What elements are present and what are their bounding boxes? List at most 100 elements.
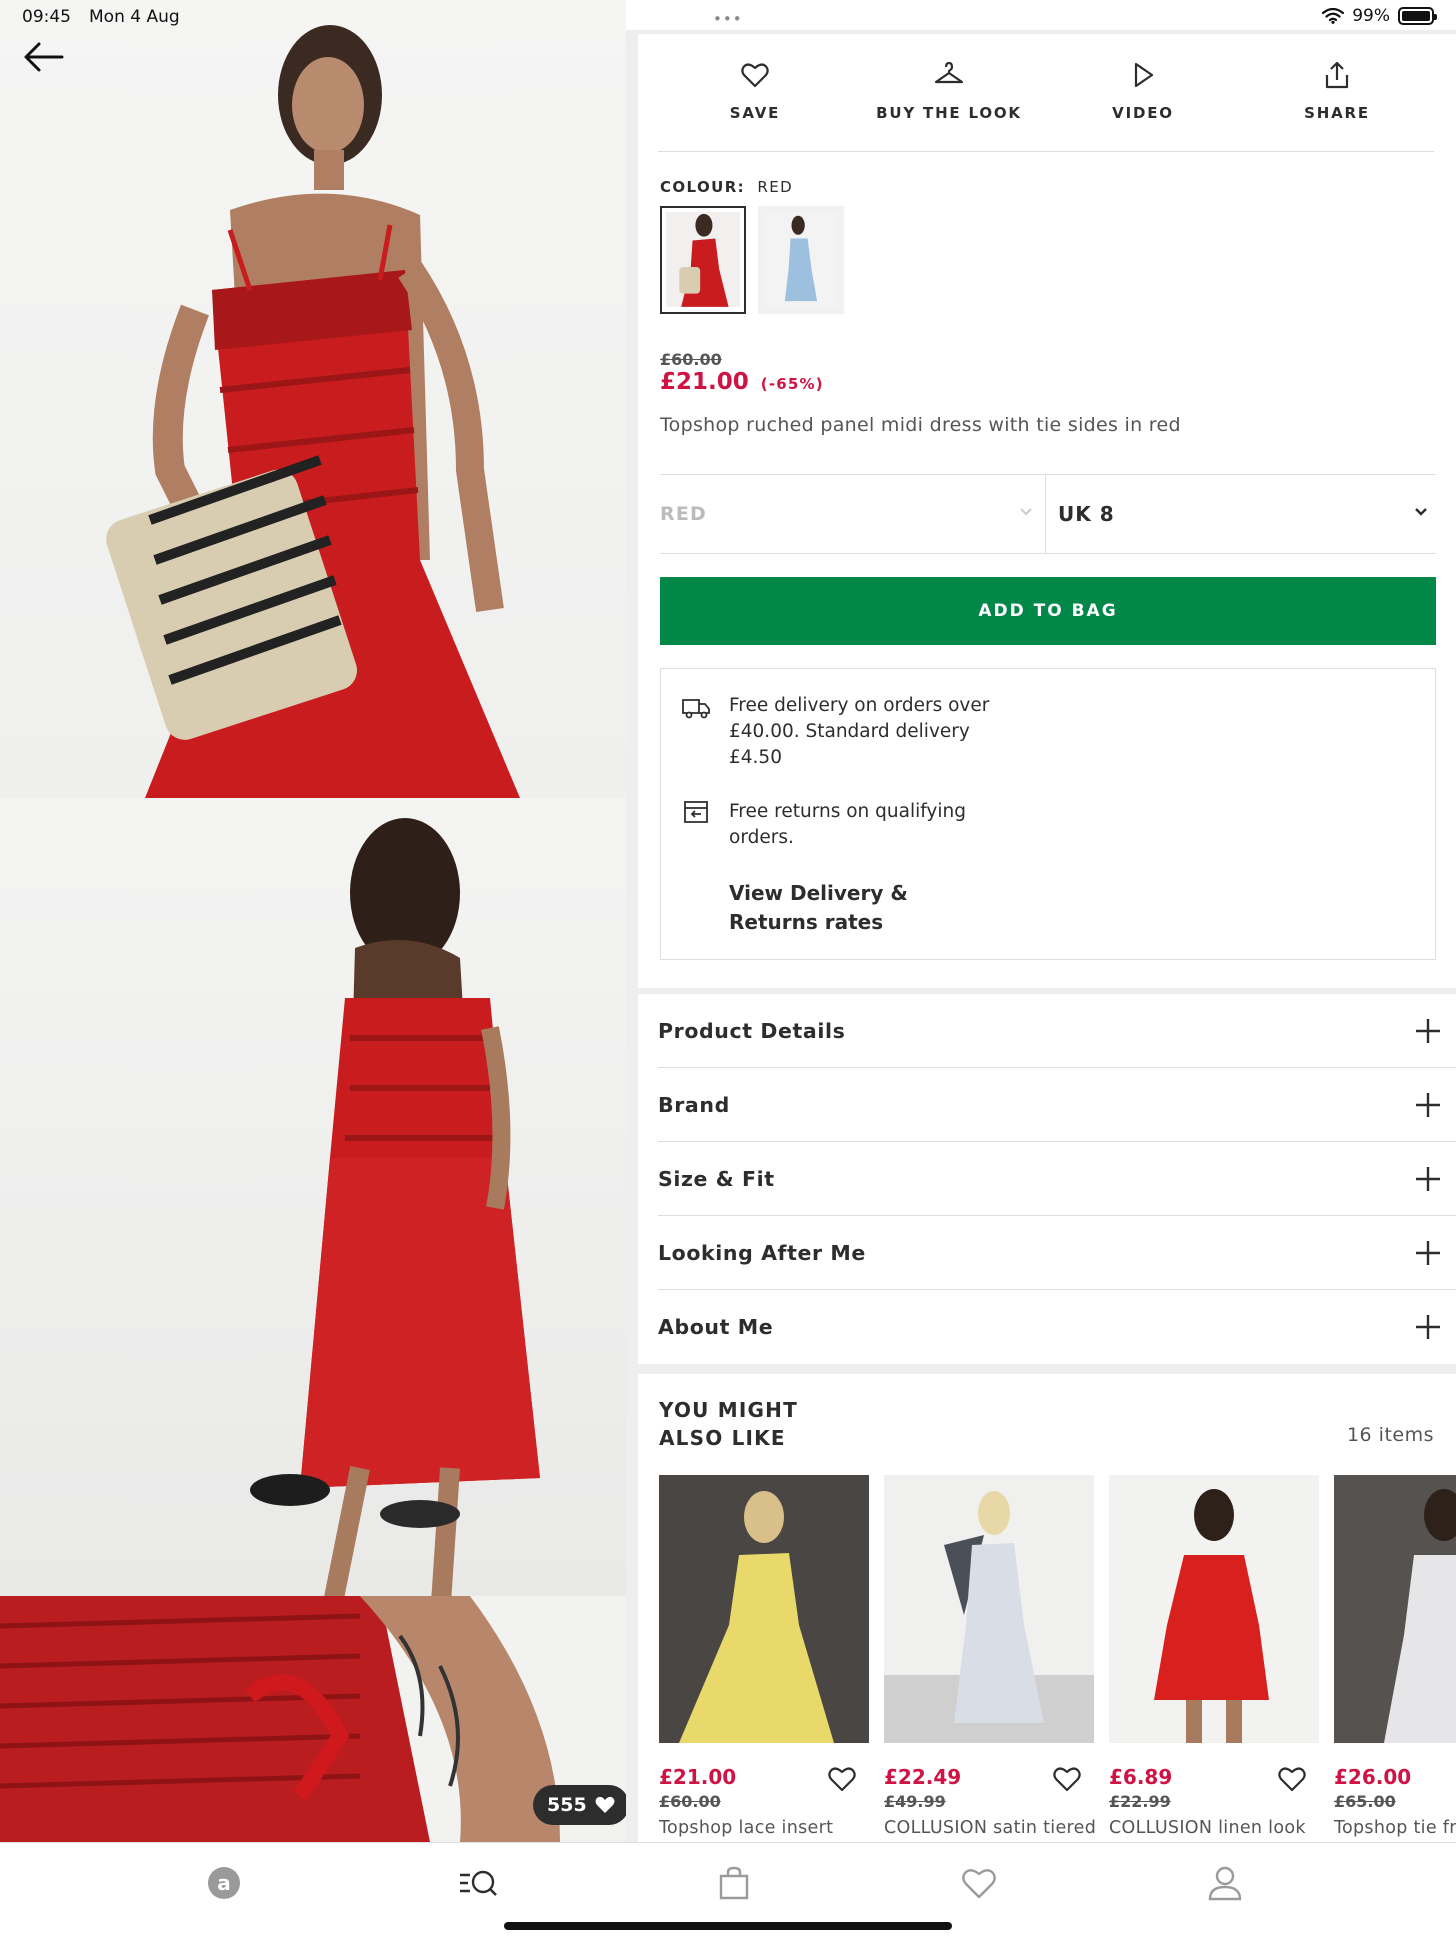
video-label: VIDEO [1112, 104, 1174, 122]
product-accordion: Product Details Brand Size & Fit Looking… [638, 994, 1456, 1364]
rec-card[interactable]: £21.00 £60.00 Topshop lace insert [659, 1475, 869, 1842]
rec-card[interactable]: £6.89 £22.99 COLLUSION linen look [1109, 1475, 1319, 1842]
heart-icon [741, 63, 769, 88]
save-heart-icon[interactable] [1277, 1765, 1307, 1793]
multitask-dots[interactable]: ••• [713, 10, 743, 28]
save-heart-icon[interactable] [827, 1765, 857, 1793]
accordion-product-details[interactable]: Product Details [658, 994, 1456, 1068]
product-gallery[interactable]: 555 [0, 0, 626, 1842]
accordion-about-me[interactable]: About Me [658, 1290, 1456, 1364]
rec-price: £6.89 [1109, 1765, 1173, 1789]
status-time: 09:45 [22, 7, 71, 27]
colour-select-value: RED [660, 503, 707, 525]
rec-price: £22.49 [884, 1765, 962, 1789]
play-icon [1134, 62, 1154, 88]
accordion-looking-after-me[interactable]: Looking After Me [658, 1216, 1456, 1290]
colour-row: COLOUR: RED [660, 178, 793, 196]
chevron-down-icon [1415, 508, 1427, 516]
accordion-brand[interactable]: Brand [658, 1068, 1456, 1142]
recommendations-count: 16 items [1346, 1424, 1434, 1446]
bag-icon[interactable] [714, 1863, 754, 1903]
status-date: Mon 4 Aug [89, 7, 180, 27]
hanger-icon [934, 61, 964, 84]
plus-icon [1416, 1315, 1440, 1339]
product-photo-front[interactable] [0, 0, 626, 798]
colour-value: RED [757, 178, 794, 196]
buy-the-look-label: BUY THE LOOK [876, 104, 1022, 122]
accordion-label: Looking After Me [658, 1240, 866, 1265]
colour-select[interactable]: RED [660, 475, 1045, 553]
share-button[interactable]: SHARE [1240, 34, 1434, 151]
status-bar-left: 09:45 Mon 4 Aug [22, 7, 180, 27]
chevron-down-icon [1020, 508, 1032, 516]
size-select[interactable]: UK 8 [1045, 475, 1436, 553]
sale-price: £21.00 (-65%) [660, 369, 824, 395]
recommendations-carousel[interactable]: £21.00 £60.00 Topshop lace insert £22.49… [659, 1475, 1456, 1842]
plus-icon [1416, 1092, 1440, 1117]
rec-image-yellow-dress [659, 1475, 869, 1743]
account-icon[interactable] [1205, 1863, 1245, 1903]
rec-product-image [884, 1475, 1094, 1743]
likes-badge[interactable]: 555 [533, 1785, 626, 1825]
battery-percent: 99% [1352, 6, 1390, 26]
variant-selectors: RED UK 8 [660, 474, 1436, 554]
accordion-size-fit[interactable]: Size & Fit [658, 1142, 1456, 1216]
rec-was-price: £49.99 [884, 1792, 946, 1811]
colour-swatch-red[interactable] [660, 206, 746, 314]
rec-image-white-dress [884, 1475, 1094, 1743]
save-label: SAVE [729, 104, 781, 122]
colour-label: COLOUR: [660, 178, 746, 196]
model-front-illustration [106, 25, 520, 798]
plus-icon [1416, 1018, 1440, 1043]
asos-home-icon[interactable]: a [204, 1863, 244, 1903]
saved-heart-icon[interactable] [959, 1863, 999, 1903]
plus-icon [1416, 1166, 1440, 1191]
accordion-label: Brand [658, 1092, 730, 1117]
share-icon [1325, 61, 1349, 89]
model-back-illustration [250, 818, 540, 1596]
rec-name: Topshop lace insert [659, 1818, 834, 1838]
likes-count: 555 [547, 1794, 587, 1816]
colour-swatch-blue[interactable] [758, 206, 844, 314]
video-button[interactable]: VIDEO [1046, 34, 1240, 151]
rec-price: £21.00 [659, 1765, 737, 1789]
rec-card[interactable]: £22.49 £49.99 COLLUSION satin tiered [884, 1475, 1096, 1842]
swatch-red-image [666, 212, 740, 307]
rec-name: COLLUSION linen look [1109, 1818, 1306, 1838]
size-select-value: UK 8 [1058, 502, 1115, 526]
rec-price: £26.00 [1334, 1765, 1412, 1789]
action-bar: SAVE BUY THE LOOK VIDEO SHARE [658, 34, 1434, 152]
original-price: £60.00 [660, 350, 722, 369]
search-icon[interactable] [458, 1863, 498, 1903]
rec-name: Topshop tie fro [1334, 1818, 1456, 1838]
save-heart-icon[interactable] [1052, 1765, 1082, 1793]
battery-icon [1398, 7, 1437, 25]
rec-image-lace-dress [1334, 1475, 1456, 1743]
buy-the-look-button[interactable]: BUY THE LOOK [852, 34, 1046, 151]
returns-icon [684, 801, 708, 823]
rec-product-image [1109, 1475, 1319, 1743]
svg-text:a: a [217, 1871, 231, 1895]
add-to-bag-button[interactable]: ADD TO BAG [660, 577, 1436, 645]
delivery-truck-icon [682, 699, 710, 719]
rec-product-image [659, 1475, 869, 1743]
view-delivery-returns-link[interactable]: View Delivery & Returns rates [729, 879, 989, 937]
free-delivery-text: Free delivery on orders over £40.00. Sta… [729, 695, 990, 768]
rec-was-price: £22.99 [1109, 1792, 1171, 1811]
heart-filled-icon [595, 1796, 615, 1813]
rec-image-red-dress [1109, 1475, 1319, 1743]
product-main-card: SAVE BUY THE LOOK VIDEO SHARE COLOUR: RE… [638, 34, 1456, 988]
product-name: Topshop ruched panel midi dress with tie… [660, 414, 1181, 436]
save-button[interactable]: SAVE [658, 34, 852, 151]
product-photo-back[interactable] [0, 798, 626, 1596]
recommendations-title: YOU MIGHT ALSO LIKE [659, 1398, 798, 1450]
accordion-label: Size & Fit [658, 1166, 775, 1191]
wifi-icon [1322, 8, 1345, 24]
rec-was-price: £60.00 [659, 1792, 721, 1811]
share-label: SHARE [1304, 104, 1370, 122]
rec-card[interactable]: £26.00 £65.00 Topshop tie fro [1334, 1475, 1456, 1842]
home-indicator[interactable] [504, 1922, 952, 1930]
back-arrow-icon[interactable] [22, 40, 64, 74]
accordion-label: Product Details [658, 1018, 846, 1043]
rec-product-image [1334, 1475, 1456, 1743]
